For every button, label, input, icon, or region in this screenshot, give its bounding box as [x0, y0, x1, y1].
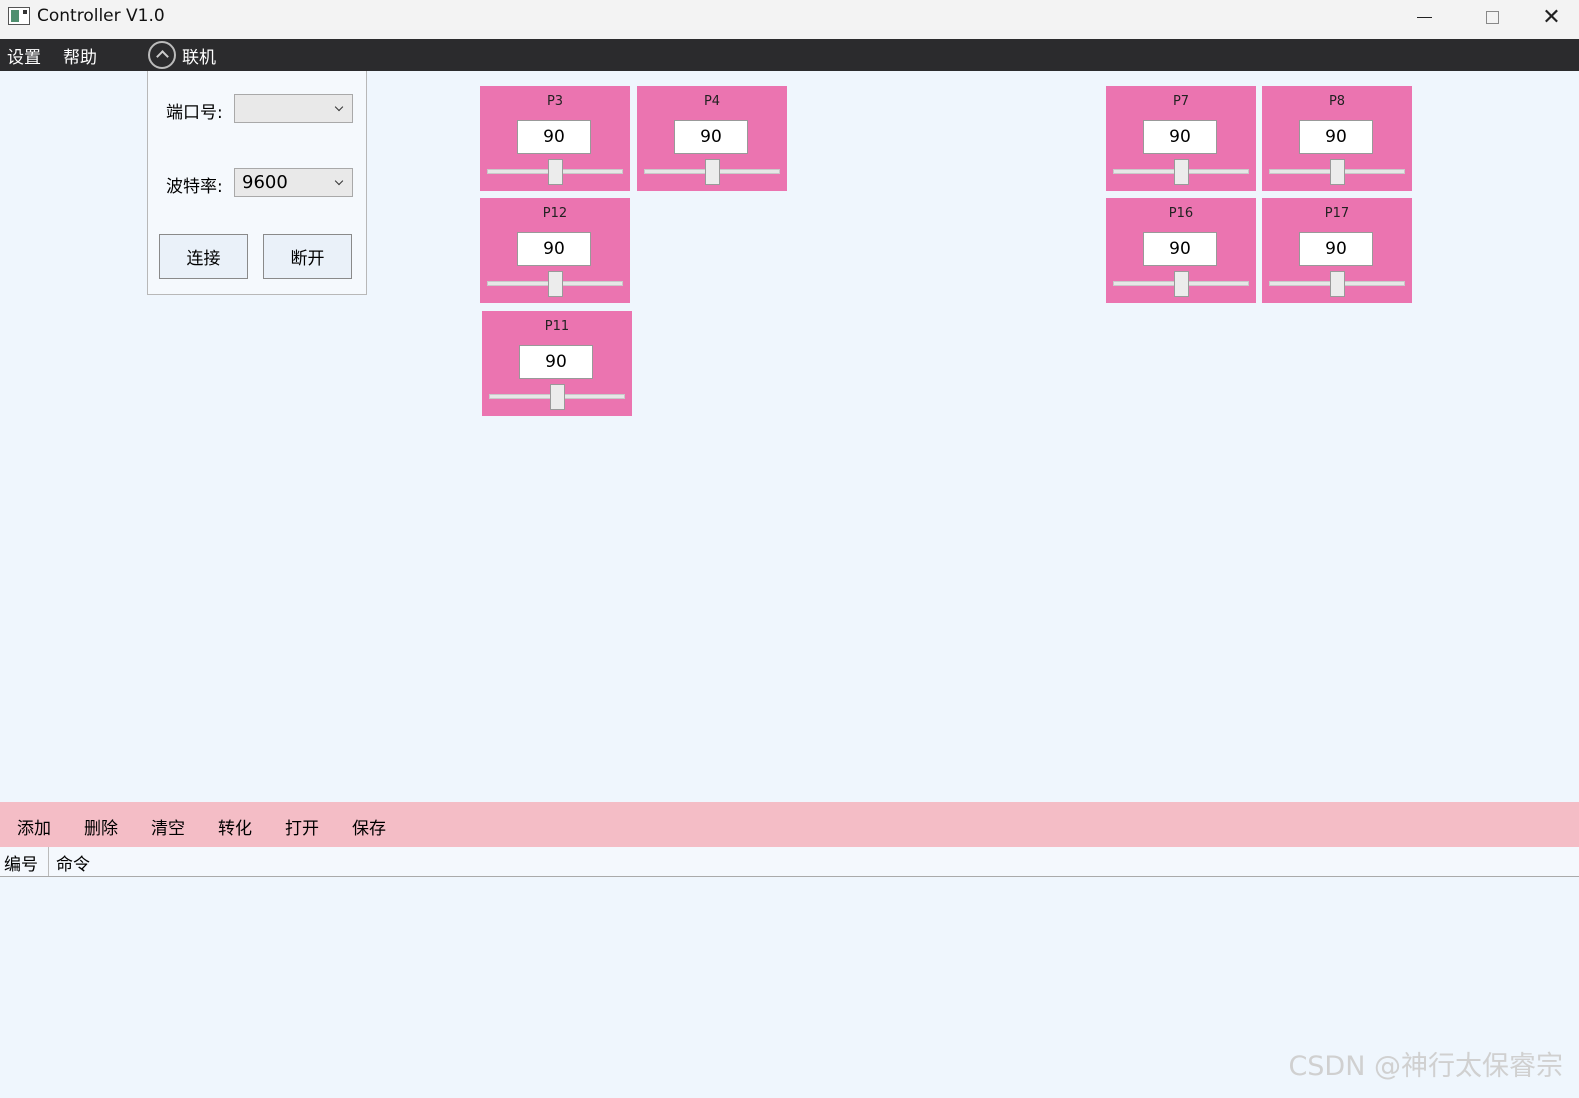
servo-card-p16: P16 90: [1106, 198, 1256, 303]
servo-card-p7: P7 90: [1106, 86, 1256, 191]
chevron-up-icon: [148, 41, 176, 69]
column-header-command[interactable]: 命令: [56, 850, 90, 875]
title-bar: Controller V1.0 ✕: [0, 0, 1579, 39]
servo-name: P7: [1172, 94, 1190, 109]
command-table-header: 编号 命令: [0, 847, 1579, 877]
minimize-button[interactable]: [1390, 0, 1459, 34]
servo-slider-thumb[interactable]: [547, 271, 563, 297]
clear-button[interactable]: 清空: [151, 814, 185, 839]
add-button[interactable]: 添加: [17, 814, 51, 839]
open-button[interactable]: 打开: [285, 814, 319, 839]
connect-toggle[interactable]: 联机: [148, 41, 216, 69]
column-header-id[interactable]: 编号: [4, 850, 38, 875]
servo-angle-input[interactable]: 90: [517, 120, 591, 154]
servo-card-p17: P17 90: [1262, 198, 1412, 303]
window-title: Controller V1.0: [37, 6, 165, 26]
convert-button[interactable]: 转化: [218, 814, 252, 839]
servo-name: P8: [1328, 94, 1346, 109]
minimize-icon: [1417, 16, 1432, 18]
menu-bar: 设置 帮助 联机: [0, 39, 1579, 71]
app-icon: [8, 7, 30, 25]
servo-card-p8: P8 90: [1262, 86, 1412, 191]
servo-angle-input[interactable]: 90: [1143, 120, 1217, 154]
servo-name: P11: [544, 319, 570, 334]
servo-slider-thumb[interactable]: [704, 159, 720, 185]
servo-card-p12: P12 90: [480, 198, 630, 303]
port-label: 端口号:: [166, 103, 223, 123]
baud-select[interactable]: 9600: [234, 168, 353, 197]
close-button[interactable]: ✕: [1517, 0, 1579, 34]
servo-angle-input[interactable]: 90: [674, 120, 748, 154]
watermark: CSDN @神行太保睿宗: [1288, 1051, 1563, 1082]
column-divider[interactable]: [48, 847, 49, 876]
connect-button[interactable]: 连接: [159, 234, 248, 279]
servo-slider-thumb[interactable]: [1329, 271, 1345, 297]
maximize-icon: [1486, 10, 1499, 24]
menu-settings[interactable]: 设置: [7, 43, 41, 68]
disconnect-button[interactable]: 断开: [263, 234, 352, 279]
servo-name: P4: [703, 94, 721, 109]
servo-angle-input[interactable]: 90: [1299, 232, 1373, 266]
menu-help[interactable]: 帮助: [63, 43, 97, 68]
servo-slider-thumb[interactable]: [547, 159, 563, 185]
servo-name: P17: [1324, 206, 1350, 221]
servo-angle-input[interactable]: 90: [1143, 232, 1217, 266]
servo-slider-thumb[interactable]: [549, 384, 565, 410]
servo-slider-thumb[interactable]: [1329, 159, 1345, 185]
baud-label: 波特率:: [166, 177, 223, 197]
servo-name: P3: [546, 94, 564, 109]
command-toolbar: 添加 删除 清空 转化 打开 保存: [0, 802, 1579, 847]
servo-card-p11: P11 90: [482, 311, 632, 416]
delete-button[interactable]: 删除: [84, 814, 118, 839]
chevron-down-icon: [334, 102, 344, 112]
servo-card-p4: P4 90: [637, 86, 787, 191]
close-icon: ✕: [1542, 4, 1561, 30]
save-button[interactable]: 保存: [352, 814, 386, 839]
chevron-down-icon: [334, 176, 344, 186]
connect-label: 联机: [182, 47, 216, 68]
servo-angle-input[interactable]: 90: [1299, 120, 1373, 154]
servo-angle-input[interactable]: 90: [519, 345, 593, 379]
connection-panel: 端口号: 波特率: 9600 连接 断开: [147, 71, 367, 295]
port-select[interactable]: [234, 94, 353, 123]
servo-card-p3: P3 90: [480, 86, 630, 191]
servo-angle-input[interactable]: 90: [517, 232, 591, 266]
servo-name: P16: [1168, 206, 1194, 221]
servo-slider-thumb[interactable]: [1173, 159, 1189, 185]
servo-slider-thumb[interactable]: [1173, 271, 1189, 297]
baud-select-value: 9600: [242, 172, 288, 193]
servo-name: P12: [542, 206, 568, 221]
